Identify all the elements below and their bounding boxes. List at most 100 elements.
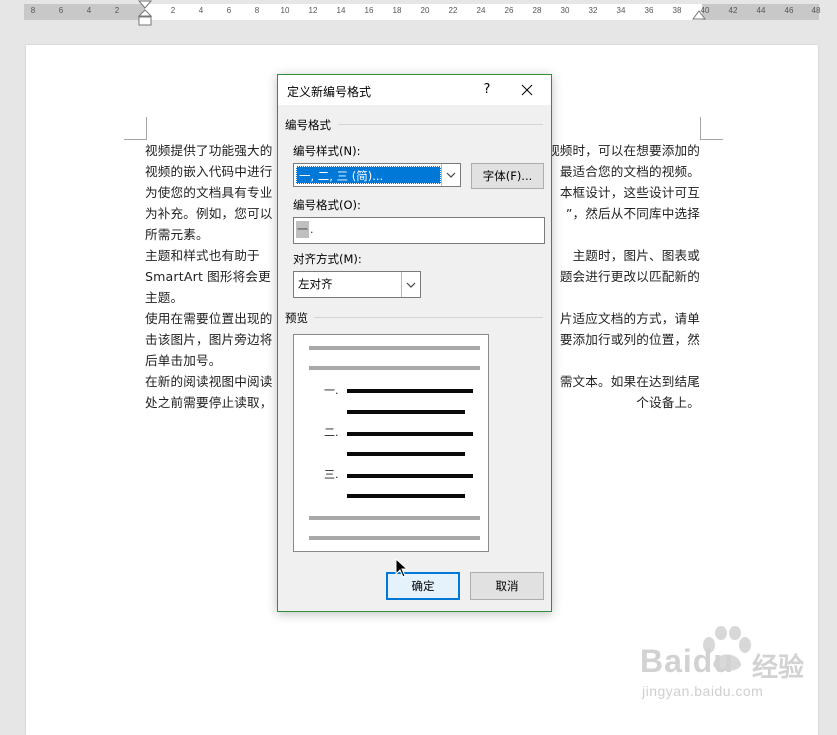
indent-marker-icon[interactable] [137,0,153,28]
number-format-field-code: 一 [296,221,309,238]
preview-divider [314,317,543,318]
chevron-down-icon [446,172,456,178]
cancel-button[interactable]: 取消 [470,572,544,600]
preview-label: 预览 [285,311,308,325]
preview-line [309,516,480,520]
preview-line [347,389,473,393]
document-line-right: 主题时，图片、图表或 [572,248,700,263]
ruler-tick-label: 14 [336,6,346,15]
document-line-left: 视频提供了功能强大的 [145,143,273,158]
numbering-preview: 一. 二. 三. [293,334,489,552]
help-button[interactable]: ? [474,78,500,102]
preview-line [347,410,465,414]
preview-line [347,474,473,478]
ruler-tick-label: 48 [811,6,821,15]
document-line-left: 击该图片，图片旁边将 [145,332,273,347]
ruler-tick-label: 8 [254,6,260,15]
document-line-right: 视频时，可以在想要添加的 [547,143,700,158]
document-line-right: 要添加行或列的位置，然 [559,332,700,347]
document-line-left: 主题和样式也有助于 [145,248,260,263]
preview-line [309,366,480,370]
document-line-right: 最适合您的文档的视频。 [559,164,700,179]
ruler-tick-label: 16 [364,6,374,15]
number-style-select[interactable]: 一, 二, 三 (简)... [293,163,461,187]
ruler-tick-label: 32 [588,6,598,15]
preview-line [347,494,465,498]
margin-corner-top-right [700,117,723,140]
ruler-tick-label: 22 [448,6,458,15]
dialog-title: 定义新编号格式 [287,85,372,99]
document-line-left: 视频的嵌入代码中进行 [145,164,273,179]
dialog-title-bar[interactable]: 定义新编号格式 ? [278,75,551,105]
alignment-dropdown-button[interactable] [401,272,420,297]
document-line-right: ”，然后从不同库中选择 [565,206,700,221]
document-line-left: SmartArt 图形将会更 [145,269,271,284]
horizontal-ruler[interactable]: 8 6 4 2 2 4 6 8 10 12 14 16 18 20 22 24 26 28 30 32 34 36 38 40… [0,0,837,26]
ruler-tick-label: 6 [58,6,64,15]
ruler-tick-label: 34 [616,6,626,15]
ruler-tick-label: 38 [672,6,682,15]
document-line-left: 在新的阅读视图中阅读 [145,374,273,389]
number-style-dropdown-button[interactable] [441,164,460,186]
ruler-tick-label: 10 [280,6,290,15]
document-line-left: 后单击加号。 [145,353,222,368]
number-format-text: . [310,223,314,236]
preview-number-2: 二. [324,426,339,439]
ruler-tick-label: 36 [644,6,654,15]
mouse-cursor-icon [395,558,409,578]
ruler-tick-label: 8 [30,6,36,15]
group-divider [338,124,543,125]
ruler-tick-label: 40 [700,6,710,15]
document-line-left: 主题。 [145,290,184,305]
watermark-brand-cn: 经验 [752,653,805,683]
watermark-brand: Baidu [640,643,734,679]
ruler-tick-label: 18 [392,6,402,15]
preview-number-3: 三. [324,468,339,481]
alignment-label: 对齐方式(M): [293,252,362,266]
ruler-tick-label: 20 [420,6,430,15]
preview-line [347,452,465,456]
ruler-tick-label: 4 [198,6,204,15]
alignment-selected-value: 左对齐 [298,277,333,291]
ruler-tick-label: 2 [170,6,176,15]
define-numbering-format-dialog: 定义新编号格式 ? 编号格式 编号样式(N): 一, 二, 三 (简)... 字… [277,74,552,612]
group-label-number-format: 编号格式 [285,118,331,132]
ruler-tick-label: 42 [728,6,738,15]
ruler-tick-label: 4 [86,6,92,15]
document-line-right: 片适应文档的方式，请单 [559,311,700,326]
number-style-selected-value: 一, 二, 三 (简)... [296,166,441,184]
document-line-left: 为补充。例如，您可以 [145,206,273,221]
document-line-left: 使用在需要位置出现的 [145,311,273,326]
chevron-down-icon [406,282,416,288]
alignment-select[interactable]: 左对齐 [293,271,421,298]
document-line-right: 本框设计，这些设计可互 [559,185,700,200]
font-button[interactable]: 字体(F)... [471,163,544,189]
ruler-tick-label: 6 [226,6,232,15]
watermark-url: jingyan.baidu.com [642,683,764,699]
number-format-label: 编号格式(O): [293,198,361,212]
document-line-left: 为使您的文档具有专业 [145,185,273,200]
number-format-input[interactable]: 一 . [293,217,545,244]
close-button[interactable] [512,78,542,102]
ruler-tick-label: 24 [476,6,486,15]
ruler-tick-label: 28 [532,6,542,15]
ruler-tick-label: 46 [784,6,794,15]
ruler-tick-label: 44 [756,6,766,15]
preview-line [347,432,473,436]
margin-corner-top-left [124,117,147,140]
document-line-right: 个设备上。 [636,395,700,410]
ruler-tick-label: 30 [560,6,570,15]
baidu-watermark: Baidu 经验 jingyan.baidu.com [640,625,830,715]
ruler-tick-label: 12 [308,6,318,15]
preview-line [309,536,480,540]
document-line-left: 所需元素。 [145,227,209,242]
document-line-right: 题会进行更改以匹配新的 [559,269,700,284]
preview-line [309,346,480,350]
close-icon [521,84,533,96]
ruler-tick-label: 2 [114,6,120,15]
document-line-right: 需文本。如果在达到结尾 [559,374,700,389]
ruler-tick-label: 26 [504,6,514,15]
preview-number-1: 一. [324,384,339,397]
document-line-left: 处之前需要停止读取， [145,395,273,410]
number-style-label: 编号样式(N): [293,144,361,158]
